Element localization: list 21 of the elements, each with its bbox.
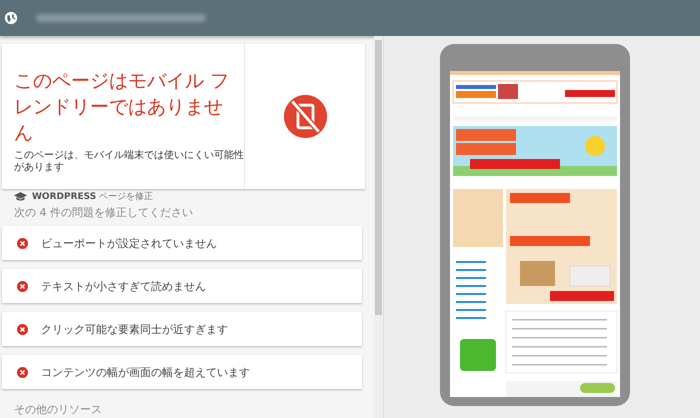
graduation-cap-icon [14,192,27,202]
issue-label: テキストが小さすぎて読めません [41,278,206,294]
error-icon [17,324,28,334]
error-icon [17,366,28,378]
not-mobile-friendly-icon [282,93,328,140]
result-description: このページは、モバイル端末では使いにくい可能性があります [14,150,245,174]
issue-item[interactable]: クリック可能な要素同士が近すぎます [2,312,362,346]
globe-icon [4,11,18,25]
other-resources-heading: その他のリソース [14,402,103,417]
error-icon [17,280,28,292]
result-title: このページはモバイル フレンドリーではありません [14,69,230,146]
issue-label: コンテンツの幅が画面の幅を超えています [41,364,250,380]
scrollbar[interactable] [374,36,383,418]
error-icon [17,238,28,248]
issue-label: クリック可能な要素同士が近すぎます [41,322,228,336]
issue-item[interactable]: コンテンツの幅が画面の幅を超えています [2,355,362,389]
fix-page-link[interactable]: WORDPRESS ページを修正 [32,190,154,203]
issues-heading: 次の 4 件の問題を修正してください [14,205,194,220]
issue-label: ビューポートが設定されていません [41,236,217,250]
issue-item[interactable]: ビューポートが設定されていません [2,226,362,260]
issue-item[interactable]: テキストが小さすぎて読めません [2,269,362,303]
